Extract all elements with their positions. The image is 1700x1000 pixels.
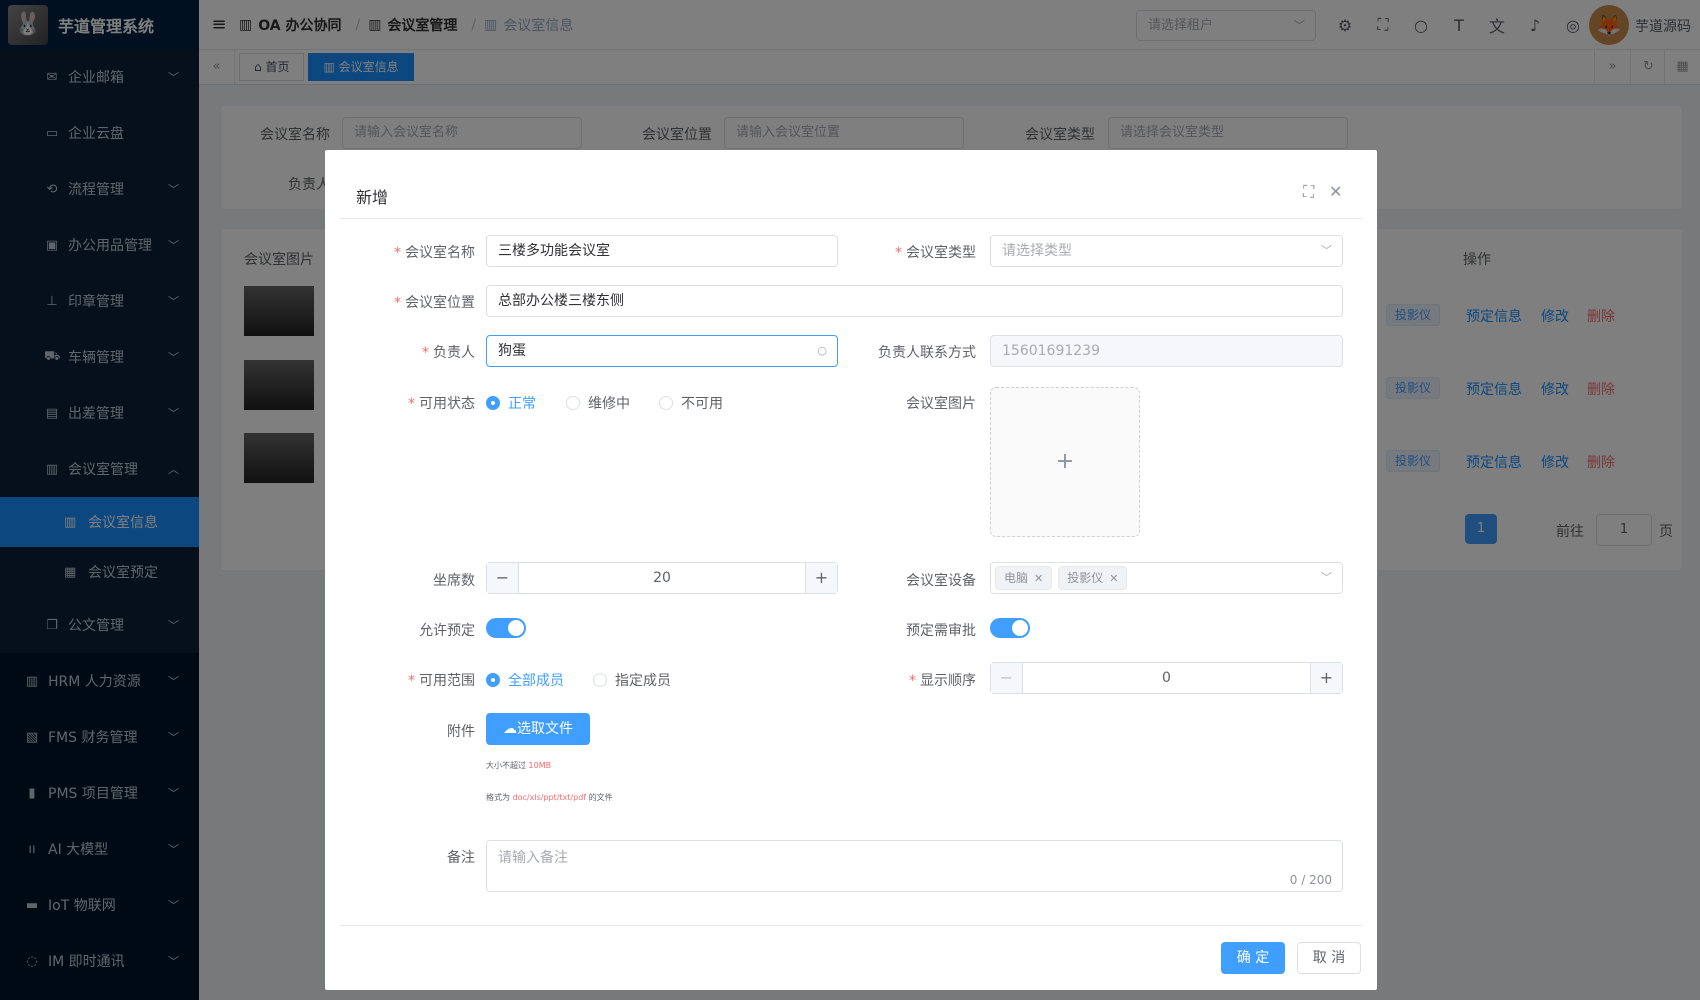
cancel-button[interactable]: 取 消 — [1297, 942, 1361, 974]
allow-reserve-label: 允许预定 — [419, 623, 475, 639]
remark-label: 备注 — [447, 850, 475, 866]
minus-icon[interactable]: − — [991, 663, 1023, 693]
scope-radio-all[interactable]: 全部成员 — [486, 670, 564, 690]
status-radio-normal[interactable]: 正常 — [486, 393, 536, 413]
close-icon[interactable]: ✕ — [1034, 572, 1043, 585]
dialog-header-divider — [340, 218, 1362, 219]
status-label: * 可用状态 — [408, 396, 475, 412]
name-input[interactable]: 三楼多功能会议室 — [486, 235, 838, 267]
chevron-down-icon: ﹀ — [1321, 571, 1332, 584]
dialog-title: 新增 — [356, 188, 389, 207]
chevron-down-icon: ﹀ — [1321, 244, 1332, 257]
upload-format-tip: 格式为 doc/xls/ppt/txt/pdf 的文件 — [486, 793, 613, 802]
allow-reserve-switch[interactable] — [486, 618, 526, 638]
equipment-tag: 投影仪 ✕ — [1058, 566, 1128, 590]
owner-label: * 负责人 — [422, 345, 475, 361]
status-radio-unavailable[interactable]: 不可用 — [659, 393, 723, 413]
fullscreen-icon[interactable]: ⛶ — [1303, 182, 1314, 202]
upload-size-tip: 大小不超过 10MB — [486, 761, 552, 770]
plus-icon: + — [1055, 449, 1075, 474]
dialog-footer-divider — [340, 925, 1362, 926]
equipment-label: 会议室设备 — [906, 573, 976, 589]
close-icon[interactable]: ✕ — [1329, 182, 1342, 201]
seats-label: 坐席数 — [433, 573, 475, 589]
create-meeting-room-dialog: 新增 ⛶ ✕ * 会议室名称 三楼多功能会议室 * 会议室类型 请选择类型 ﹀ * 会议… — [325, 150, 1377, 990]
scope-radio-specific[interactable]: 指定成员 — [593, 670, 671, 690]
remark-textarea[interactable]: 请输入备注 0 / 200 — [486, 840, 1343, 892]
seats-stepper[interactable]: − 20 + — [486, 562, 838, 594]
circle-icon: ○ — [817, 344, 827, 357]
sort-stepper[interactable]: − 0 + — [990, 662, 1343, 694]
type-label: * 会议室类型 — [895, 245, 976, 261]
upload-file-button[interactable]: ☁选取文件 — [486, 713, 590, 745]
location-input[interactable]: 总部办公楼三楼东侧 — [486, 285, 1343, 317]
cloud-upload-icon: ☁ — [503, 721, 517, 737]
need-approval-label: 预定需审批 — [906, 623, 976, 639]
image-upload[interactable]: + — [990, 387, 1140, 537]
name-label: * 会议室名称 — [394, 245, 475, 261]
remark-counter: 0 / 200 — [1289, 873, 1332, 887]
close-icon[interactable]: ✕ — [1109, 572, 1118, 585]
contact-input: 15601691239 — [990, 335, 1343, 367]
contact-label: 负责人联系方式 — [878, 345, 976, 361]
equipment-tag: 电脑 ✕ — [995, 566, 1053, 590]
minus-icon[interactable]: − — [487, 563, 519, 593]
image-label: 会议室图片 — [906, 396, 976, 412]
need-approval-switch[interactable] — [990, 618, 1030, 638]
type-select[interactable]: 请选择类型 ﹀ — [990, 235, 1343, 267]
attachment-label: 附件 — [447, 724, 475, 740]
sort-label: * 显示顺序 — [909, 673, 976, 689]
owner-input[interactable]: 狗蛋 ○ — [486, 335, 838, 367]
plus-icon[interactable]: + — [805, 563, 837, 593]
equipment-select[interactable]: 电脑 ✕ 投影仪 ✕ ﹀ — [990, 562, 1343, 594]
confirm-button[interactable]: 确 定 — [1221, 942, 1285, 974]
location-label: * 会议室位置 — [394, 295, 475, 311]
plus-icon[interactable]: + — [1310, 663, 1342, 693]
status-radio-repair[interactable]: 维修中 — [566, 393, 630, 413]
scope-label: * 可用范围 — [408, 673, 475, 689]
